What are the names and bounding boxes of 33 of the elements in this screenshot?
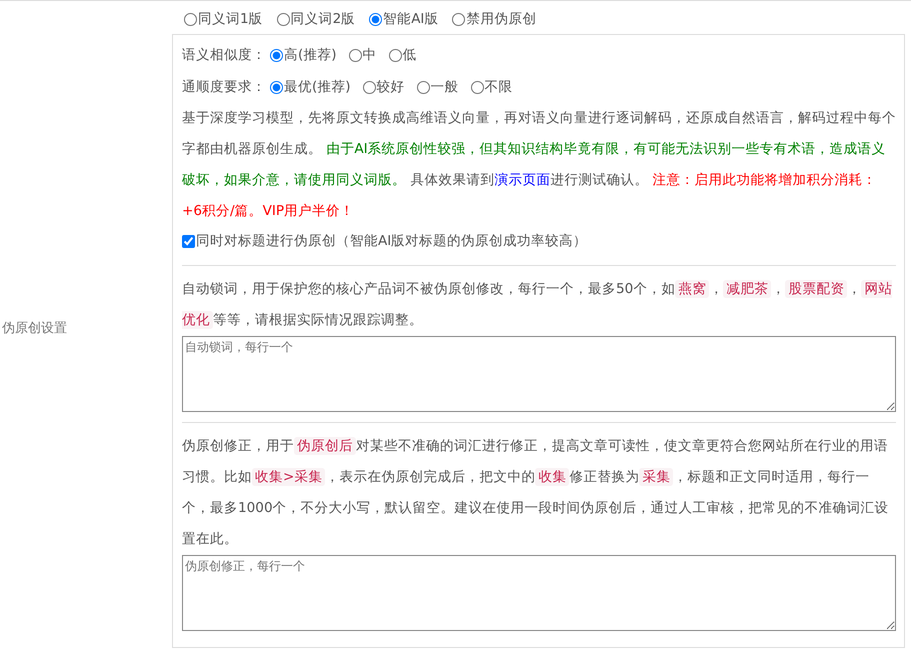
demo-page-link[interactable]: 演示页面 [494,172,550,188]
option-label[interactable]: 中 [362,46,377,64]
radio-button[interactable] [452,12,466,26]
correction-field[interactable]: 伪原创修正，每行一个 [182,555,896,631]
mode-option-label[interactable]: 智能AI版 [383,10,438,28]
radio-button[interactable] [470,80,484,94]
option-label[interactable]: 高(推荐) [284,46,337,64]
radio-button[interactable] [362,80,376,94]
checkbox-label[interactable]: 同时对标题进行伪原创（智能AI版对标题的伪原创成功率较高） [196,232,588,250]
option-label[interactable]: 低 [402,46,417,64]
option-label[interactable]: 一般 [430,78,459,96]
radio-button[interactable] [348,48,362,62]
radio-button[interactable] [270,80,283,94]
mode-option-label[interactable]: 禁用伪原创 [466,10,536,28]
radio-button[interactable] [369,12,382,26]
radio-button[interactable] [276,12,290,26]
radio-button[interactable] [388,48,402,62]
mode-option-label[interactable]: 同义词1版 [198,10,263,28]
option-label[interactable]: 较好 [376,78,405,96]
title-checkbox[interactable] [182,234,195,248]
description-text: 基于深度学习模型，先将原文转换成高维语义向量，再对语义向量进行逐词解码，还原成自然语言，解码过程中每个字都由机器原创生成。 由于AI系统原创性较强，但其知识结构毕竟有限，有可能无法识别一些专有术语，造成语义破坏，如果介意，请使用同义词版。 具体效果请到演示页面进行测试确认。 注意：启用此功能将增加积分消耗：+6积分/篇。VIP用户半价！ [182,109,896,221]
radio-button[interactable] [416,80,430,94]
radio-button[interactable] [184,12,197,26]
option-label[interactable]: 最优(推荐) [284,78,351,96]
section-label: 伪原创设置 [1,320,67,337]
mode-option-label[interactable]: 同义词2版 [290,10,356,28]
correction-text: 伪原创修正，用于 伪原创后 对某些不准确的词汇进行修正，提高文章可读性，使文章更符合您网站所在行业的用语习惯。比如 收集>采集 ，表示在伪原创完成后，把文中的 收集 修正替换为 采集 ，标题和正文同时适用，每行一个，最多1000个，不分大小写，默认留空。建议在使用一段时间伪原创后，通过人工审核，把常见的不准确词汇设置在此。 [182,436,890,549]
option-label[interactable]: 不限 [484,78,513,96]
setting-label: 通顺度要求： [182,78,266,96]
setting-label: 语义相似度： [182,46,266,64]
lock-words-field[interactable]: 自动锁词，每行一个 [182,336,896,412]
lock-words-text: 自动锁词，用于保护您的核心产品词不被伪原创修改，每行一个，最多50个，如 燕窝 ， 减肥茶 ， 股票配资 ， 网站优化 等等，请根据实际情况跟踪调整。 [182,279,894,331]
radio-button[interactable] [270,48,283,62]
